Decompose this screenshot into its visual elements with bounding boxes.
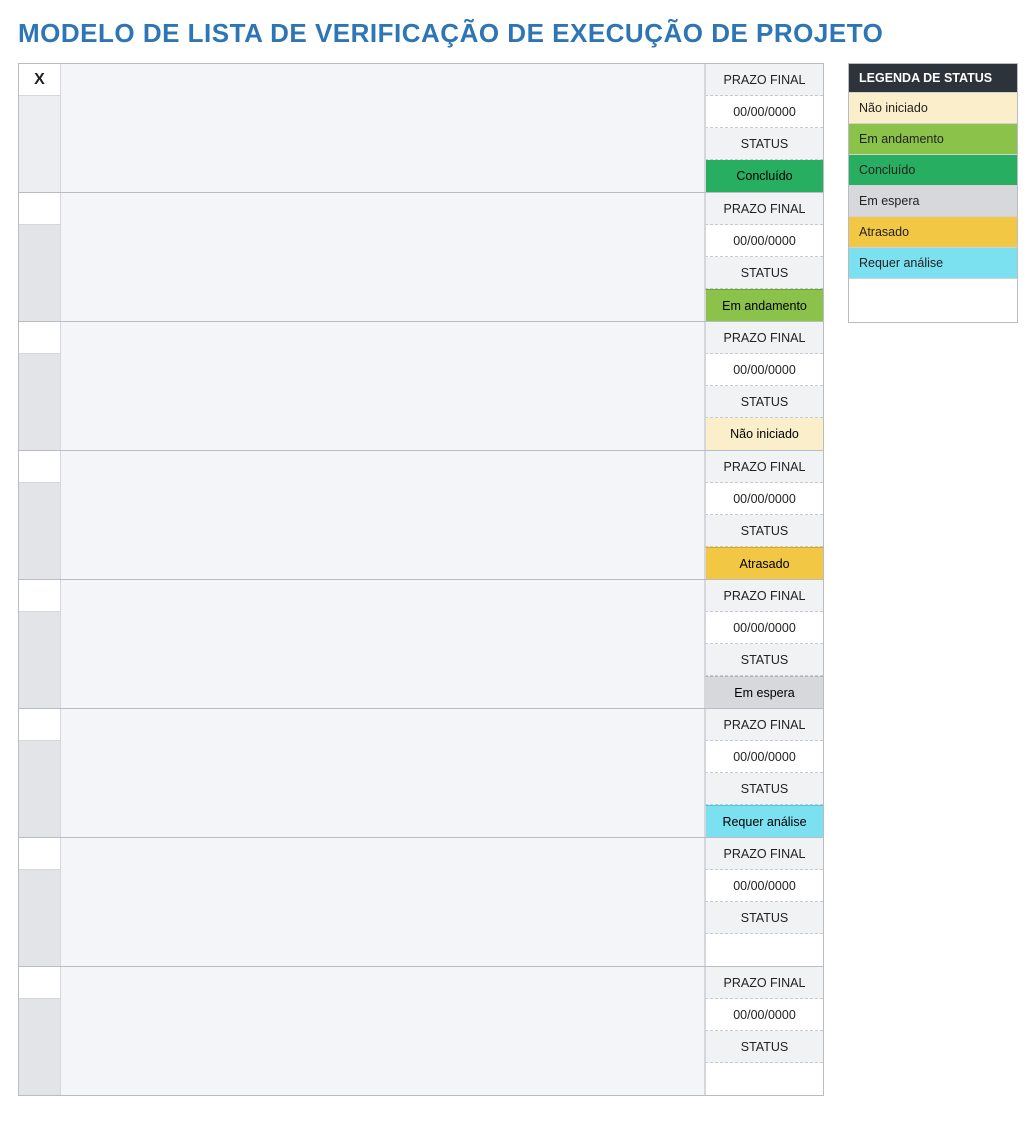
task-check-cell[interactable] bbox=[19, 580, 61, 612]
task-check-cell[interactable]: X bbox=[19, 64, 61, 96]
page-title: MODELO DE LISTA DE VERIFICAÇÃO DE EXECUÇ… bbox=[18, 18, 1018, 49]
task-status-value[interactable]: Atrasado bbox=[705, 547, 823, 579]
legend-item-requer-analise: Requer análise bbox=[849, 247, 1017, 278]
task-description[interactable] bbox=[61, 451, 705, 579]
task-side-cell bbox=[19, 612, 61, 708]
task-description[interactable] bbox=[61, 64, 705, 192]
task-deadline-value[interactable]: 00/00/0000 bbox=[705, 741, 823, 773]
task-status-value[interactable]: Em espera bbox=[705, 676, 823, 708]
task-status-label: STATUS bbox=[705, 515, 823, 547]
task-status-label: STATUS bbox=[705, 386, 823, 418]
task-deadline-value[interactable]: 00/00/0000 bbox=[705, 999, 823, 1031]
legend-item-em-andamento: Em andamento bbox=[849, 123, 1017, 154]
task-deadline-label: PRAZO FINAL bbox=[705, 709, 823, 741]
legend-item-em-espera: Em espera bbox=[849, 185, 1017, 216]
task-status-value[interactable] bbox=[705, 1063, 823, 1095]
task-status-value[interactable]: Requer análise bbox=[705, 805, 823, 837]
task-row: PRAZO FINAL 00/00/0000 STATUS Requer aná… bbox=[19, 709, 823, 838]
legend-header: LEGENDA DE STATUS bbox=[849, 64, 1017, 92]
task-side-cell bbox=[19, 96, 61, 192]
legend-item-blank bbox=[849, 278, 1017, 322]
task-deadline-label: PRAZO FINAL bbox=[705, 64, 823, 96]
task-side-cell bbox=[19, 354, 61, 450]
task-deadline-value[interactable]: 00/00/0000 bbox=[705, 354, 823, 386]
legend-item-nao-iniciado: Não iniciado bbox=[849, 92, 1017, 123]
task-side-cell bbox=[19, 483, 61, 579]
task-side-cell bbox=[19, 870, 61, 966]
task-deadline-value[interactable]: 00/00/0000 bbox=[705, 96, 823, 128]
task-row: PRAZO FINAL 00/00/0000 STATUS Não inicia… bbox=[19, 322, 823, 451]
task-deadline-label: PRAZO FINAL bbox=[705, 580, 823, 612]
layout-container: X PRAZO FINAL 00/00/0000 STATUS Concluíd… bbox=[18, 63, 1018, 1096]
task-side-cell bbox=[19, 999, 61, 1095]
task-deadline-value[interactable]: 00/00/0000 bbox=[705, 612, 823, 644]
task-status-label: STATUS bbox=[705, 128, 823, 160]
task-status-label: STATUS bbox=[705, 257, 823, 289]
task-status-label: STATUS bbox=[705, 1031, 823, 1063]
task-check-cell[interactable] bbox=[19, 451, 61, 483]
task-description[interactable] bbox=[61, 580, 705, 708]
task-deadline-label: PRAZO FINAL bbox=[705, 322, 823, 354]
task-row: PRAZO FINAL 00/00/0000 STATUS bbox=[19, 967, 823, 1096]
task-row: PRAZO FINAL 00/00/0000 STATUS Atrasado bbox=[19, 451, 823, 580]
task-deadline-value[interactable]: 00/00/0000 bbox=[705, 870, 823, 902]
task-check-cell[interactable] bbox=[19, 193, 61, 225]
task-status-label: STATUS bbox=[705, 902, 823, 934]
task-deadline-value[interactable]: 00/00/0000 bbox=[705, 225, 823, 257]
task-deadline-value[interactable]: 00/00/0000 bbox=[705, 483, 823, 515]
task-check-cell[interactable] bbox=[19, 967, 61, 999]
task-description[interactable] bbox=[61, 838, 705, 966]
task-side-cell bbox=[19, 741, 61, 837]
task-check-cell[interactable] bbox=[19, 838, 61, 870]
task-status-label: STATUS bbox=[705, 644, 823, 676]
task-check-cell[interactable] bbox=[19, 709, 61, 741]
task-status-value[interactable]: Não iniciado bbox=[705, 418, 823, 450]
task-description[interactable] bbox=[61, 322, 705, 450]
task-row: X PRAZO FINAL 00/00/0000 STATUS Concluíd… bbox=[19, 64, 823, 193]
task-side-cell bbox=[19, 225, 61, 321]
task-row: PRAZO FINAL 00/00/0000 STATUS bbox=[19, 838, 823, 967]
task-status-value[interactable] bbox=[705, 934, 823, 966]
legend-item-atrasado: Atrasado bbox=[849, 216, 1017, 247]
task-status-value[interactable]: Em andamento bbox=[705, 289, 823, 321]
task-row: PRAZO FINAL 00/00/0000 STATUS Em andamen… bbox=[19, 193, 823, 322]
task-description[interactable] bbox=[61, 967, 705, 1095]
task-deadline-label: PRAZO FINAL bbox=[705, 193, 823, 225]
task-description[interactable] bbox=[61, 709, 705, 837]
task-status-value[interactable]: Concluído bbox=[705, 160, 823, 192]
checklist-table: X PRAZO FINAL 00/00/0000 STATUS Concluíd… bbox=[18, 63, 824, 1096]
task-deadline-label: PRAZO FINAL bbox=[705, 451, 823, 483]
task-status-label: STATUS bbox=[705, 773, 823, 805]
task-deadline-label: PRAZO FINAL bbox=[705, 967, 823, 999]
task-row: PRAZO FINAL 00/00/0000 STATUS Em espera bbox=[19, 580, 823, 709]
legend-item-concluido: Concluído bbox=[849, 154, 1017, 185]
status-legend: LEGENDA DE STATUS Não iniciado Em andame… bbox=[848, 63, 1018, 323]
task-description[interactable] bbox=[61, 193, 705, 321]
task-deadline-label: PRAZO FINAL bbox=[705, 838, 823, 870]
task-check-cell[interactable] bbox=[19, 322, 61, 354]
